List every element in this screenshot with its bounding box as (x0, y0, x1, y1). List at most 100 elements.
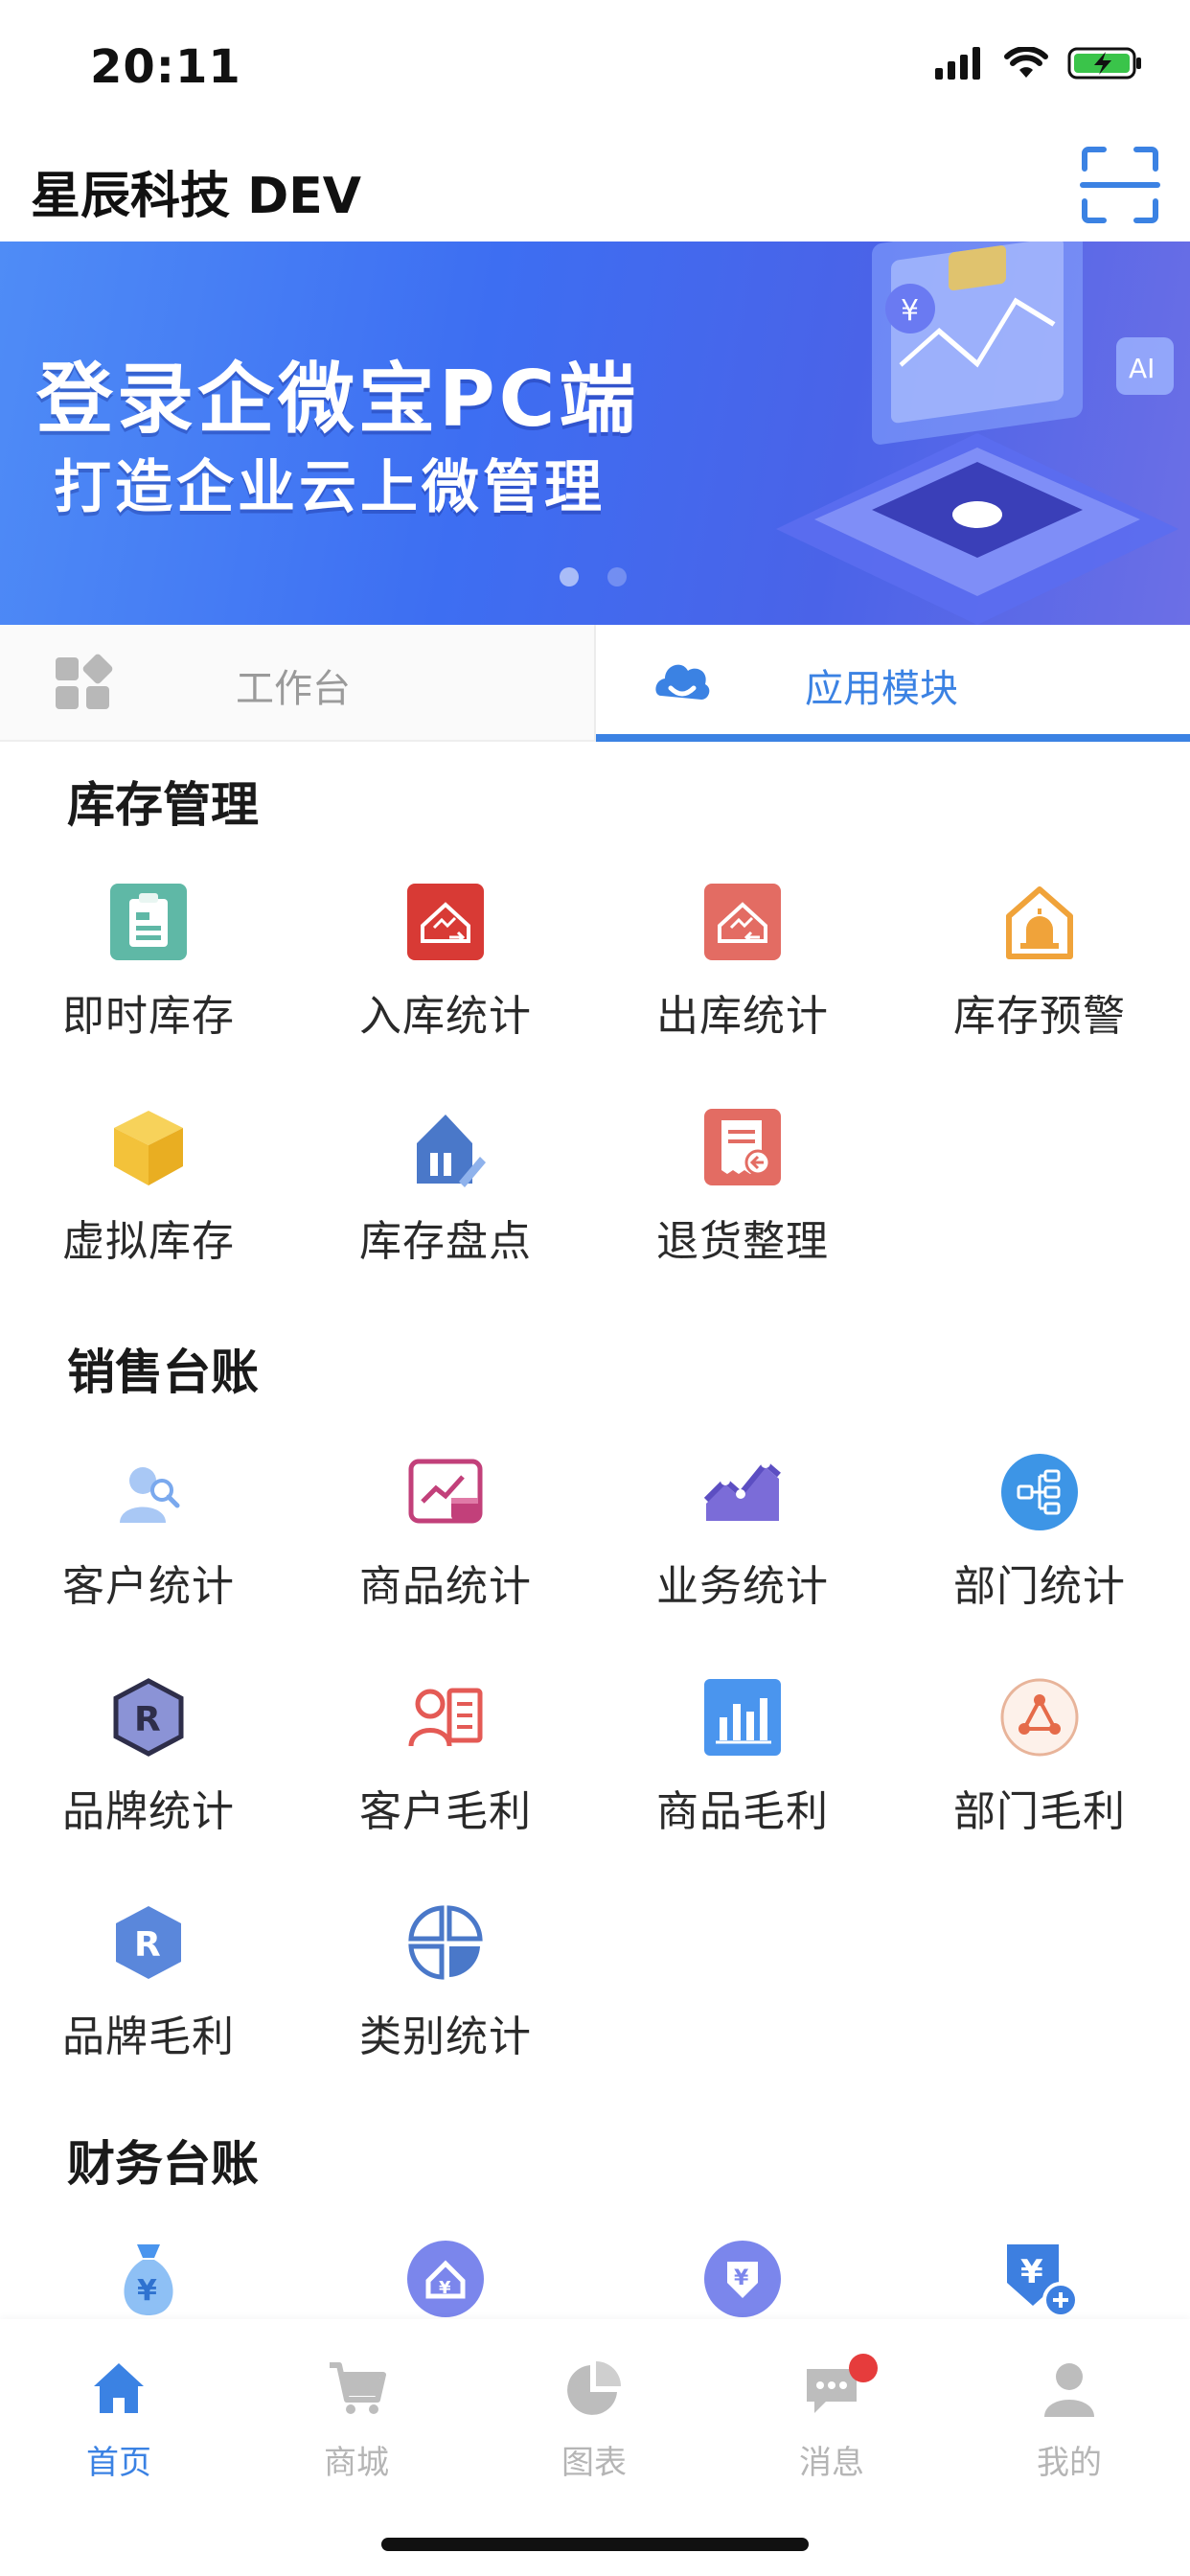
org-chart-icon (1001, 1454, 1078, 1530)
module-department-stats[interactable]: 部门统计 (891, 1452, 1188, 1653)
module-brand-margin[interactable]: R 品牌毛利 (0, 1902, 297, 2104)
module-label: 库存预警 (953, 992, 1126, 1041)
return-receipt-icon (704, 1109, 781, 1185)
pie-quadrant-icon (408, 1905, 483, 1980)
module-returns[interactable]: 退货整理 (594, 1107, 891, 1308)
active-tab-indicator (596, 734, 1190, 742)
bar-chart-icon (704, 1679, 781, 1756)
down-coin-icon: ¥ (704, 2241, 781, 2317)
carousel-dot-active[interactable] (560, 567, 579, 586)
module-label: 库存盘点 (359, 1217, 532, 1266)
module-label: 客户统计 (62, 1562, 235, 1611)
module-label: 即时库存 (62, 992, 235, 1041)
tabbar-messages[interactable]: 消息 (713, 2354, 950, 2492)
trend-area-icon (703, 1459, 781, 1521)
customer-card-icon (408, 1688, 483, 1747)
module-customer-margin[interactable]: 客户毛利 (297, 1677, 594, 1878)
module-stock-check[interactable]: 库存盘点 (297, 1107, 594, 1308)
module-product-margin[interactable]: 商品毛利 (594, 1677, 891, 1878)
status-bar: 20:11 (0, 0, 1190, 134)
module-label: 部门毛利 (953, 1787, 1126, 1836)
nav-bar: 星辰科技 DEV (0, 134, 1190, 242)
module-label: 出库统计 (656, 992, 829, 1041)
tabbar-mall-label: 商城 (324, 2444, 389, 2482)
tab-modules-label: 应用模块 (805, 667, 958, 711)
battery-charging-icon (1067, 47, 1141, 80)
banner-subheadline: 打造企业云上微管理 (54, 454, 606, 521)
company-title: 星辰科技 DEV (31, 168, 362, 225)
home-icon (94, 2363, 144, 2413)
brand-r-icon: R (116, 1906, 181, 1979)
module-inbound-stats[interactable]: 入库统计 (297, 882, 594, 1083)
module-stock-alert[interactable]: 库存预警 (891, 882, 1188, 1083)
module-category-stats[interactable]: 类别统计 (297, 1902, 594, 2104)
module-label: 品牌统计 (62, 1787, 235, 1836)
view-tabs: 工作台 应用模块 (0, 625, 1190, 742)
module-finance-money-bag[interactable]: ¥ (0, 2239, 297, 2319)
tab-modules[interactable]: 应用模块 (596, 625, 1190, 742)
triangle-nodes-icon (1000, 1678, 1079, 1757)
module-label: 退货整理 (656, 1217, 829, 1266)
svg-text:¥: ¥ (901, 294, 919, 328)
cube-icon (114, 1111, 183, 1185)
cloud-modules-icon (655, 664, 710, 700)
carousel-dot[interactable] (607, 567, 627, 586)
banner-illustration: ¥ AI (776, 242, 1179, 625)
module-brand-stats[interactable]: R 品牌统计 (0, 1677, 297, 1878)
module-realtime-stock[interactable]: 即时库存 (0, 882, 297, 1083)
user-icon (1044, 2363, 1094, 2417)
tabbar-mall[interactable]: 商城 (238, 2358, 475, 2492)
svg-text:R: R (134, 1700, 161, 1739)
tabbar-charts[interactable]: 图表 (475, 2358, 713, 2492)
module-product-stats[interactable]: 商品统计 (297, 1452, 594, 1653)
tabbar-home[interactable]: 首页 (0, 2358, 238, 2492)
brand-r-hexagon-icon: R (113, 1678, 184, 1757)
svg-text:AI: AI (1129, 353, 1155, 384)
module-outbound-stats[interactable]: 出库统计 (594, 882, 891, 1083)
customer-icon (120, 1467, 180, 1523)
module-department-margin[interactable]: 部门毛利 (891, 1677, 1188, 1878)
tabbar-mine-label: 我的 (1037, 2444, 1102, 2482)
pie-chart-icon (567, 2361, 621, 2415)
status-icons (935, 46, 1144, 80)
svg-text:¥: ¥ (439, 2278, 451, 2298)
scan-button[interactable] (1079, 144, 1161, 226)
promo-banner[interactable]: 登录企微宝PC端 打造企业云上微管理 ¥ AI (0, 242, 1190, 625)
module-virtual-stock[interactable]: 虚拟库存 (0, 1107, 297, 1308)
status-time: 20:11 (90, 40, 241, 94)
wifi-icon (1004, 47, 1048, 78)
house-pencil-icon (417, 1115, 486, 1187)
module-label: 类别统计 (359, 2012, 532, 2061)
module-finance-add-payment[interactable]: ¥ (891, 2239, 1188, 2319)
clipboard-icon (110, 884, 187, 960)
product-chart-icon (408, 1459, 483, 1524)
cellular-signal-icon (935, 47, 980, 80)
svg-text:¥: ¥ (734, 2266, 749, 2290)
module-label: 虚拟库存 (62, 1217, 235, 1266)
tabbar-mine[interactable]: 我的 (950, 2358, 1188, 2492)
module-label: 品牌毛利 (62, 2012, 235, 2061)
module-business-stats[interactable]: 业务统计 (594, 1452, 891, 1653)
svg-text:¥: ¥ (137, 2274, 157, 2308)
carousel-dots (560, 567, 627, 586)
module-finance-home-coin[interactable]: ¥ (297, 2239, 594, 2319)
module-label: 入库统计 (359, 992, 532, 1041)
alarm-house-icon (1006, 886, 1073, 959)
module-label: 业务统计 (656, 1562, 829, 1611)
home-indicator (381, 2538, 809, 2551)
svg-text:¥: ¥ (1020, 2253, 1043, 2291)
section-title-inventory: 库存管理 (67, 777, 259, 833)
money-bag-icon: ¥ (124, 2244, 173, 2315)
section-title-sales: 销售台账 (67, 1345, 259, 1400)
section-title-finance: 财务台账 (67, 2136, 259, 2192)
module-customer-stats[interactable]: 客户统计 (0, 1452, 297, 1653)
tab-workbench[interactable]: 工作台 (0, 625, 596, 740)
grid-apps-icon (56, 654, 113, 709)
tabbar-home-label: 首页 (86, 2444, 151, 2482)
module-label: 部门统计 (953, 1562, 1126, 1611)
shopping-cart-icon (330, 2362, 386, 2414)
tabbar-charts-label: 图表 (561, 2444, 627, 2482)
module-finance-down-coin[interactable]: ¥ (594, 2239, 891, 2319)
warehouse-out-icon (704, 884, 781, 960)
scan-icon (1080, 147, 1160, 223)
